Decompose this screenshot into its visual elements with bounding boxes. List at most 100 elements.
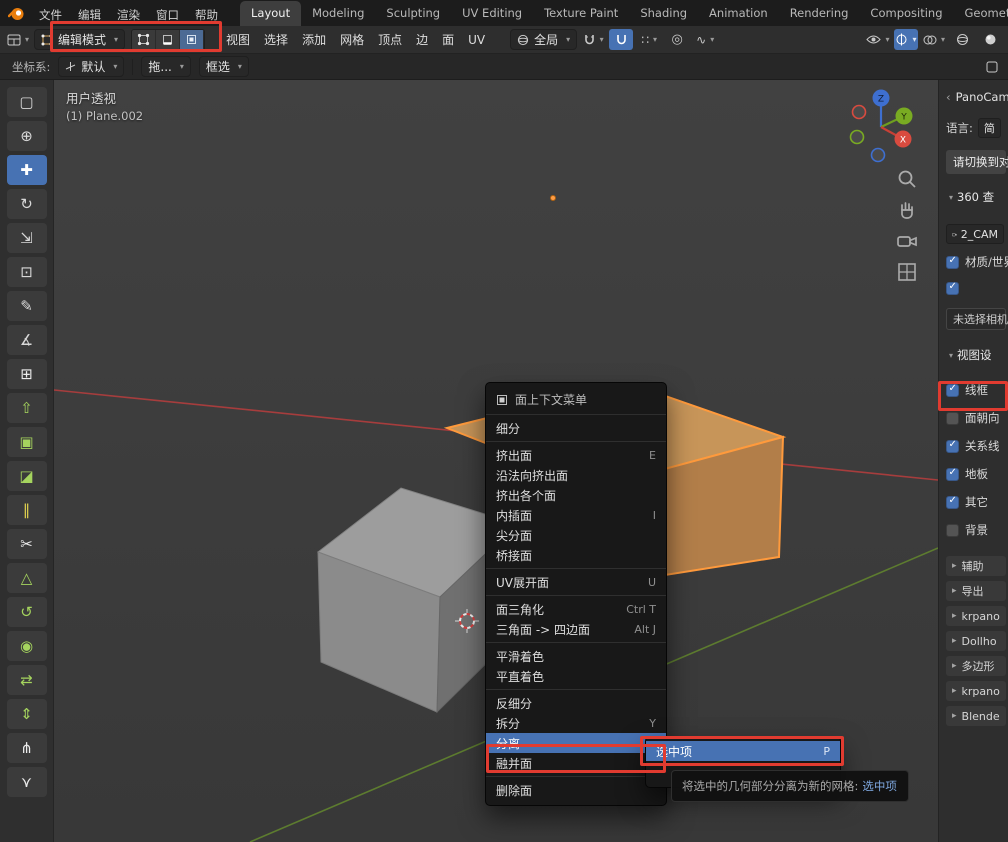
context-menu-item[interactable]: 内插面 I ▶ [486, 505, 666, 525]
context-menu-item[interactable] [486, 595, 666, 596]
section-360-header[interactable]: ▾ 360 查 [946, 188, 1008, 206]
pan-hand-icon[interactable] [896, 199, 918, 221]
tool-button[interactable]: ✎ [7, 291, 47, 321]
context-menu-item[interactable] [486, 642, 666, 643]
checkbox[interactable] [946, 412, 959, 425]
collapsed-section-row[interactable]: ▸ krpano [946, 606, 1006, 626]
tool-button[interactable]: ∥ [7, 495, 47, 525]
collapsed-section-row[interactable]: ▸ 导出 [946, 581, 1006, 601]
menubar-item[interactable]: 窗口 [148, 5, 187, 25]
context-menu-item[interactable] [486, 689, 666, 690]
select-mode-dropdown[interactable]: 框选 ▾ [199, 56, 249, 77]
checkbox[interactable] [946, 468, 959, 481]
options-icon[interactable] [980, 56, 1004, 77]
proportional-editing-toggle[interactable]: ◎ [665, 29, 689, 50]
workspace-tab[interactable]: Rendering [779, 1, 860, 26]
tool-button[interactable]: ⋎ [7, 767, 47, 797]
tool-button[interactable]: ⊞ [7, 359, 47, 389]
tool-button[interactable]: ⇧ [7, 393, 47, 423]
drag-mode-dropdown[interactable]: 拖... ▾ [141, 56, 190, 77]
checkbox-row[interactable]: 其它 [946, 492, 1008, 512]
context-menu-item[interactable]: 三角面 -> 四边面 Alt J ▶ [486, 619, 666, 639]
collapsed-section-row[interactable]: ▸ 多边形 [946, 656, 1006, 676]
language-dropdown[interactable]: 简 [978, 118, 1001, 138]
tool-button[interactable]: ▢ [7, 87, 47, 117]
navigation-gizmo[interactable]: Z Y X [841, 87, 921, 167]
viewport-menu-item[interactable]: 面 [435, 28, 461, 51]
checkbox[interactable] [946, 524, 959, 537]
mode-dropdown[interactable]: 编辑模式 ▾ [34, 29, 125, 50]
checkbox-row[interactable]: 面朝向 [946, 408, 1008, 428]
context-menu-item[interactable]: 桥接面 ▶ [486, 545, 666, 565]
proportional-falloff-dropdown[interactable]: ∿ ▾ [693, 29, 717, 50]
tool-button[interactable]: ∡ [7, 325, 47, 355]
tool-button[interactable]: ⇲ [7, 223, 47, 253]
tool-button[interactable]: △ [7, 563, 47, 593]
tool-button[interactable]: ↺ [7, 597, 47, 627]
context-menu-item[interactable]: 删除面 ▶ [486, 780, 666, 800]
menubar-item[interactable]: 帮助 [187, 5, 226, 25]
viewport-menu-item[interactable]: UV [461, 28, 492, 51]
tool-button[interactable]: ✂ [7, 529, 47, 559]
collapsed-section-row[interactable]: ▸ krpano [946, 681, 1006, 701]
context-menu-item[interactable]: 挤出各个面 ▶ [486, 485, 666, 505]
menubar-item[interactable]: 编辑 [70, 5, 109, 25]
workspace-tab[interactable]: Layout [240, 1, 301, 26]
tool-button[interactable]: ⇕ [7, 699, 47, 729]
shading-wireframe-button[interactable] [950, 29, 974, 50]
checkbox-row[interactable]: 背景 [946, 520, 1008, 540]
camera-dropdown[interactable]: 2_CAM [946, 224, 1004, 244]
coordinate-system-dropdown[interactable]: 默认 ▾ [58, 56, 124, 77]
checkbox[interactable] [946, 282, 959, 295]
edge-select-button[interactable] [156, 30, 180, 50]
context-menu-item[interactable]: 平滑着色 ▶ [486, 646, 666, 666]
context-menu-item[interactable] [486, 568, 666, 569]
zoom-icon[interactable] [896, 168, 918, 190]
viewport-menu-item[interactable]: 边 [409, 28, 435, 51]
workspace-tab[interactable]: UV Editing [451, 1, 533, 26]
tool-button[interactable]: ◪ [7, 461, 47, 491]
menubar-item[interactable]: 渲染 [109, 5, 148, 25]
tool-button[interactable]: ⋔ [7, 733, 47, 763]
context-menu-item[interactable]: 细分 ▶ [486, 418, 666, 438]
checkbox-row[interactable]: 关系线 [946, 436, 1008, 456]
editor-type-button[interactable]: ▾ [6, 29, 30, 50]
tool-button[interactable]: ⇄ [7, 665, 47, 695]
orientation-dropdown[interactable]: 全局 ▾ [510, 29, 577, 50]
viewport-menu-item[interactable]: 添加 [295, 28, 333, 51]
snap-target-dropdown[interactable]: ∷ ▾ [637, 29, 661, 50]
viewport-menu-item[interactable]: 顶点 [371, 28, 409, 51]
context-menu-item[interactable]: 分离 P ▶ [486, 733, 666, 753]
viewport-3d[interactable]: 用户透视 (1) Plane.002 Z Y X [54, 80, 938, 842]
context-menu-item[interactable]: 面三角化 Ctrl T ▶ [486, 599, 666, 619]
collapsed-section-row[interactable]: ▸ 辅助 [946, 556, 1006, 576]
context-menu-item[interactable]: 沿法向挤出面 ▶ [486, 465, 666, 485]
orthographic-grid-icon[interactable] [896, 261, 918, 283]
checkbox-row[interactable] [946, 278, 1008, 298]
submenu-item[interactable]: 选中项 P [646, 741, 840, 761]
visibility-dropdown[interactable]: ▾ [866, 29, 890, 50]
tool-button[interactable]: ↻ [7, 189, 47, 219]
workspace-tab[interactable]: Shading [629, 1, 698, 26]
snap-dropdown[interactable]: ▾ [581, 29, 605, 50]
workspace-tab[interactable]: Sculpting [375, 1, 451, 26]
tool-button[interactable]: ⊕ [7, 121, 47, 151]
tool-button[interactable]: ◉ [7, 631, 47, 661]
viewport-menu-item[interactable]: 网格 [333, 28, 371, 51]
face-select-button[interactable] [180, 30, 204, 50]
checkbox[interactable] [946, 256, 959, 269]
mode-notice-button[interactable]: 请切换到对 [946, 150, 1006, 174]
context-menu-item[interactable]: 拆分 Y ▶ [486, 713, 666, 733]
checkbox-row[interactable]: 线框 [946, 380, 1008, 400]
collapsed-section-row[interactable]: ▸ Dollho [946, 631, 1006, 651]
checkbox-row[interactable]: 材质/世界 [946, 252, 1008, 272]
context-menu-item[interactable]: 融并面 ▶ [486, 753, 666, 773]
tool-button[interactable]: ✚ [7, 155, 47, 185]
context-menu-item[interactable]: 反细分 ▶ [486, 693, 666, 713]
tool-button[interactable]: ▣ [7, 427, 47, 457]
overlays-dropdown[interactable]: ▾ [922, 29, 946, 50]
workspace-tab[interactable]: Compositing [859, 1, 953, 26]
context-menu-item[interactable] [486, 776, 666, 777]
checkbox[interactable] [946, 384, 959, 397]
workspace-tab[interactable]: Geometry Nodes [954, 1, 1008, 26]
